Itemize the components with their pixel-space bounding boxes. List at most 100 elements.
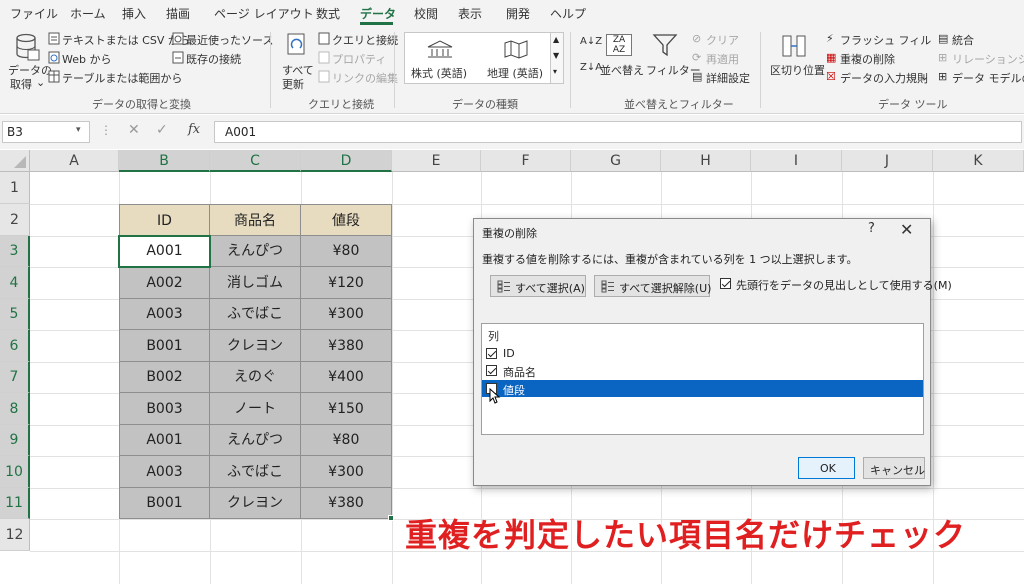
table-cell-price[interactable]: ¥80 (301, 236, 392, 267)
table-cell-id[interactable]: A003 (119, 299, 210, 330)
table-cell-price[interactable]: ¥150 (301, 393, 392, 425)
column-header-i[interactable]: I (751, 150, 842, 172)
row-header-10[interactable]: 10 (0, 456, 30, 488)
table-cell-id[interactable]: B002 (119, 362, 210, 393)
table-cell-id[interactable]: B001 (119, 330, 210, 362)
row-header-9[interactable]: 9 (0, 425, 30, 456)
column-header-c[interactable]: C (210, 150, 301, 172)
column-header-f[interactable]: F (481, 150, 571, 172)
unselect-all-button[interactable]: すべて選択解除(U) (594, 275, 711, 297)
list-item-price[interactable]: 値段 (482, 380, 923, 397)
check-icon[interactable]: ✓ (156, 122, 168, 138)
table-cell-product-name[interactable]: ノート (210, 393, 301, 425)
stocks-button[interactable]: 株式 (英語) (411, 65, 467, 81)
column-header-b[interactable]: B (119, 150, 210, 172)
column-header-h[interactable]: H (661, 150, 751, 172)
table-cell-product-name[interactable]: ふでばこ (210, 299, 301, 330)
row-header-3[interactable]: 3 (0, 236, 30, 267)
edit-links-button[interactable]: リンクの編集 (332, 70, 398, 86)
row-header-5[interactable]: 5 (0, 299, 30, 330)
row-header-6[interactable]: 6 (0, 330, 30, 362)
table-cell-product-name[interactable]: クレヨン (210, 488, 301, 519)
header-row-checkbox[interactable] (720, 278, 731, 289)
column-header-d[interactable]: D (301, 150, 392, 172)
close-icon[interactable]: ✕ (900, 220, 913, 239)
table-header-price[interactable]: 値段 (301, 204, 392, 236)
row-header-11[interactable]: 11 (0, 488, 30, 519)
table-cell-product-name[interactable]: 消しゴム (210, 267, 301, 299)
tab-home[interactable]: ホーム (70, 5, 106, 22)
tab-view[interactable]: 表示 (458, 5, 482, 22)
get-data-label-2[interactable]: 取得 (10, 76, 32, 92)
flash-fill-button[interactable]: フラッシュ フィル (840, 32, 931, 48)
ok-button[interactable]: OK (798, 457, 855, 479)
advanced-button[interactable]: 詳細設定 (706, 70, 750, 86)
row-header-12[interactable]: 12 (0, 519, 30, 551)
cancel-icon[interactable]: ✕ (128, 122, 140, 138)
clear-button[interactable]: クリア (706, 32, 739, 48)
table-cell-price[interactable]: ¥300 (301, 299, 392, 330)
row-header-1[interactable]: 1 (0, 172, 30, 204)
help-icon[interactable]: ? (868, 221, 875, 236)
column-header-e[interactable]: E (392, 150, 481, 172)
text-to-columns-button[interactable]: 区切り位置 (770, 62, 825, 78)
table-cell-price[interactable]: ¥380 (301, 488, 392, 519)
column-header-a[interactable]: A (30, 150, 119, 172)
table-cell-id[interactable]: A002 (119, 267, 210, 299)
table-cell-product-name[interactable]: ふでばこ (210, 456, 301, 488)
sort-descending-icon[interactable]: Z↓A (580, 62, 602, 73)
cancel-button[interactable]: キャンセル (863, 457, 925, 479)
tab-developer[interactable]: 開発 (506, 5, 530, 22)
fill-handle[interactable] (388, 515, 394, 521)
column-header-k[interactable]: K (933, 150, 1024, 172)
row-header-7[interactable]: 7 (0, 362, 30, 393)
properties-button[interactable]: プロパティ (332, 51, 386, 67)
table-cell-product-name[interactable]: えんぴつ (210, 425, 301, 456)
row-header-2[interactable]: 2 (0, 204, 30, 236)
list-item-id[interactable]: ID (482, 345, 923, 362)
data-validation-button[interactable]: データの入力規則 (840, 70, 928, 86)
tab-insert[interactable]: 挿入 (122, 5, 146, 22)
consolidate-button[interactable]: 統合 (952, 32, 974, 48)
column-header-j[interactable]: J (842, 150, 933, 172)
tab-page-layout[interactable]: ページ レイアウト (214, 5, 314, 22)
data-model-button[interactable]: データ モデルの管 (952, 70, 1024, 86)
geography-button[interactable]: 地理 (英語) (487, 65, 543, 81)
formula-input[interactable]: A001 (214, 121, 1022, 143)
column-checkbox-product-name[interactable] (486, 365, 497, 376)
table-cell-price[interactable]: ¥300 (301, 456, 392, 488)
sort-ascending-icon[interactable]: A↓Z (580, 36, 602, 47)
tab-help[interactable]: ヘルプ (550, 5, 586, 22)
chevron-down-icon[interactable]: ▾ (76, 125, 81, 135)
table-cell-id[interactable]: B003 (119, 393, 210, 425)
from-table-button[interactable]: テーブルまたは範囲から (62, 70, 182, 86)
tab-data[interactable]: データ (360, 5, 396, 22)
tab-formulas[interactable]: 数式 (316, 5, 340, 22)
table-cell-price[interactable]: ¥120 (301, 267, 392, 299)
table-cell-id[interactable]: B001 (119, 488, 210, 519)
select-all-button[interactable]: すべて選択(A) (490, 275, 586, 297)
table-cell-price[interactable]: ¥400 (301, 362, 392, 393)
remove-duplicates-button[interactable]: 重複の削除 (840, 51, 895, 67)
text-csv-button[interactable]: テキストまたは CSV から (62, 32, 190, 48)
tab-file[interactable]: ファイル (10, 5, 58, 22)
function-icon[interactable]: fx (188, 122, 200, 137)
table-cell-id[interactable]: A003 (119, 456, 210, 488)
list-item-product-name[interactable]: 商品名 (482, 362, 923, 379)
select-all-corner[interactable] (0, 150, 30, 172)
table-header-product-name[interactable]: 商品名 (210, 204, 301, 236)
row-header-4[interactable]: 4 (0, 267, 30, 299)
table-header-id[interactable]: ID (119, 204, 210, 236)
tab-draw[interactable]: 描画 (166, 5, 190, 22)
from-web-button[interactable]: Web から (62, 51, 111, 67)
table-cell-id[interactable]: A001 (119, 425, 210, 456)
column-checkbox-id[interactable] (486, 348, 497, 359)
column-header-g[interactable]: G (571, 150, 661, 172)
table-cell-price[interactable]: ¥380 (301, 330, 392, 362)
table-cell-product-name[interactable]: えんぴつ (210, 236, 301, 267)
table-cell-price[interactable]: ¥80 (301, 425, 392, 456)
queries-connections-button[interactable]: クエリと接続 (332, 32, 398, 48)
refresh-all-label-2[interactable]: 更新 (282, 76, 304, 92)
table-cell-product-name[interactable]: クレヨン (210, 330, 301, 362)
table-cell-product-name[interactable]: えのぐ (210, 362, 301, 393)
